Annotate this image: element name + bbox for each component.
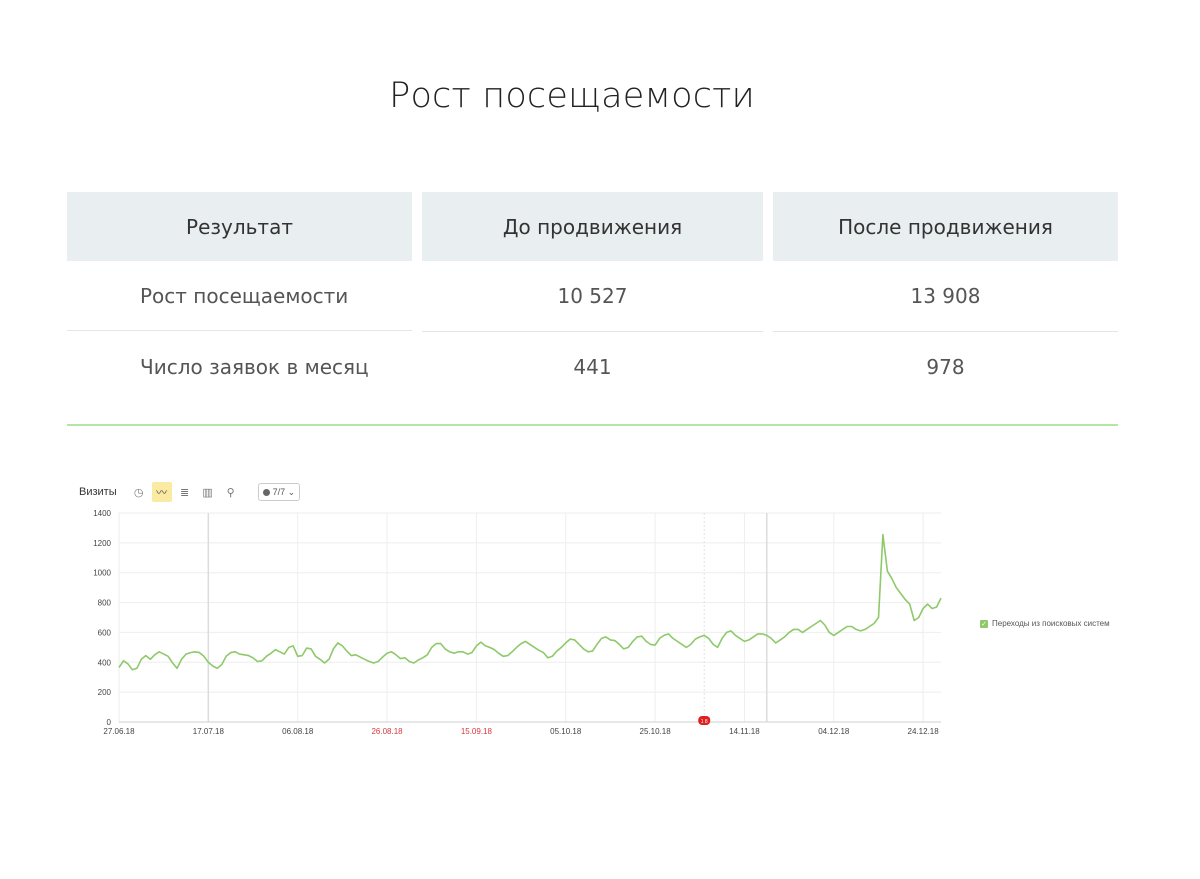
x-tick-label: 04.12.18 (818, 727, 850, 736)
row-label: Рост посещаемости (67, 261, 412, 331)
x-tick-label: 14.11.18 (729, 727, 760, 736)
y-tick-label: 1200 (93, 539, 111, 548)
y-tick-label: 200 (98, 688, 112, 697)
header-before: До продвижения (422, 192, 763, 261)
x-tick-label: 06.08.18 (282, 727, 314, 736)
table-row: Число заявок в месяц 441 978 (67, 332, 1118, 402)
section-divider (67, 424, 1118, 426)
row-after-value: 978 (926, 355, 965, 379)
table-row: Рост посещаемости 10 527 13 908 (67, 261, 1118, 332)
y-tick-label: 1400 (93, 509, 111, 518)
header-result: Результат (67, 192, 412, 261)
chart-legend[interactable]: ✓ Переходы из поисковых систем (980, 619, 1110, 628)
x-tick-label: 24.12.18 (908, 727, 940, 736)
row-label: Число заявок в месяц (140, 355, 369, 379)
x-tick-label: 05.10.18 (550, 727, 582, 736)
y-tick-label: 400 (98, 658, 112, 667)
page-title: Рост посещаемости (389, 76, 755, 116)
table-header-row: Результат До продвижения После продвижен… (67, 192, 1118, 261)
results-table: Результат До продвижения После продвижен… (67, 192, 1118, 402)
y-tick-label: 800 (98, 599, 112, 608)
checkbox-icon[interactable]: ✓ (980, 619, 988, 628)
x-tick-label: 17.07.18 (193, 727, 225, 736)
visits-chart-panel: Визиты ◷ 〰 ≣ ▥ ⚲ 7/7 ⌄ 0 200 400 600 800 1000… (67, 470, 1147, 750)
y-tick-label: 0 (107, 718, 112, 727)
x-tick-label: 15.09.18 (461, 727, 493, 736)
header-after: После продвижения (773, 192, 1118, 261)
y-tick-label: 1000 (93, 569, 111, 578)
x-tick-label: 27.06.18 (103, 727, 135, 736)
row-before-value: 441 (573, 355, 612, 379)
row-before-value: 10 527 (422, 261, 763, 332)
legend-label: Переходы из поисковых систем (992, 619, 1110, 628)
y-tick-label: 600 (98, 628, 112, 637)
visits-chart: 0 200 400 600 800 1000 1200 1400 27.06.18 17.07.1… (93, 509, 942, 736)
x-tick-label: 25.10.18 (640, 727, 672, 736)
row-after-value: 13 908 (773, 261, 1118, 332)
x-tick-label: 26.08.18 (371, 727, 403, 736)
annotation-label: 1 8 (701, 719, 708, 725)
